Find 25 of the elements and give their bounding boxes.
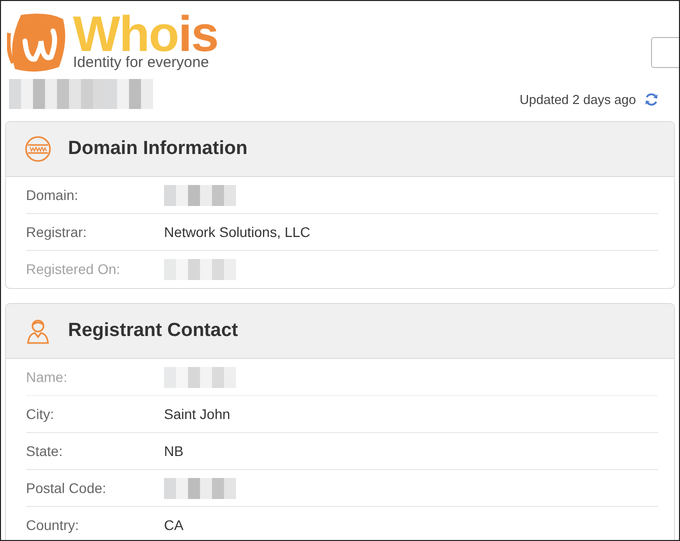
section-title: Registrant Contact [68,318,238,343]
field-value: CA [164,516,184,535]
field-label: Registrar: [26,222,88,242]
field-value: Saint John [164,404,230,424]
search-field[interactable] [651,37,679,68]
redacted-value [164,478,236,498]
field-value: NB [164,442,184,460]
person-icon [24,317,52,345]
field-value: Network Solutions, LLC [164,222,310,242]
globe-icon [24,135,52,163]
updated-text: Updated 2 days ago [520,90,636,109]
redacted-value [164,184,236,206]
field-label: Registered On: [26,260,122,279]
field-label: City: [26,404,55,424]
field-label: Country: [26,516,80,535]
field-label: Name: [26,368,68,386]
section-title: Domain Information [68,136,248,161]
logo-text: Whois [73,11,218,57]
field-label: Domain: [26,186,80,204]
redacted-value [164,259,236,280]
refresh-icon[interactable] [644,92,659,107]
field-label: State: [26,442,64,460]
logo-tagline: Identity for everyone [73,55,210,71]
redacted-value [164,366,236,388]
field-label: Postal Code: [26,478,108,498]
